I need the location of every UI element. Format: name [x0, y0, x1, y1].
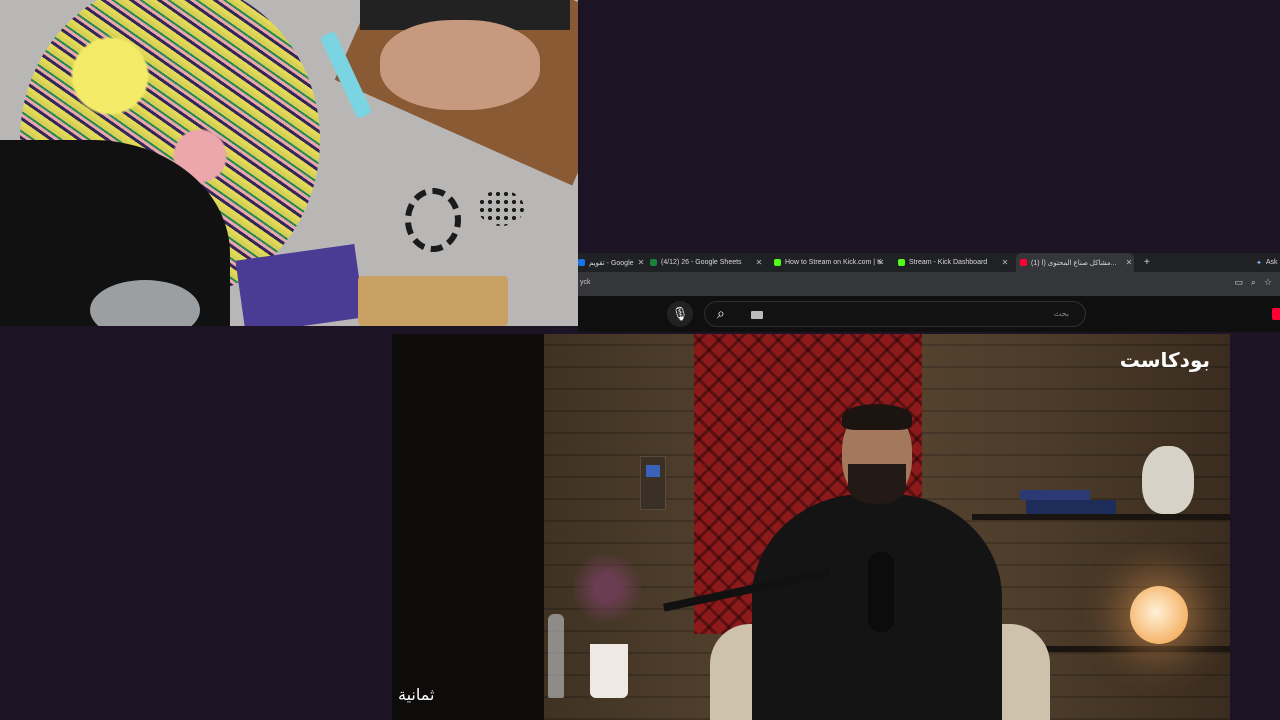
video-player[interactable]: بودكاست ثمانية [392, 334, 1230, 720]
sheets-icon [650, 259, 657, 266]
speaker-hair [842, 404, 912, 430]
youtube-header: 🎙 ⌕ بحث [578, 296, 1280, 332]
globe-lamp [1130, 586, 1188, 644]
close-icon[interactable]: ✕ [636, 253, 646, 272]
tab-kick-guide[interactable]: How to Stream on Kick.com | K ✕ [774, 253, 886, 272]
hands [380, 20, 540, 110]
sparkle-icon: ✦ [1256, 259, 1262, 267]
tab-title: (4/12) 26 - Google Sheets [661, 259, 742, 266]
video-left-shadow [392, 334, 544, 720]
new-tab-button[interactable]: + [1144, 253, 1154, 272]
close-icon[interactable]: ✕ [754, 253, 764, 272]
cast-icon[interactable]: ▭ [1234, 277, 1243, 288]
water-bottle [548, 614, 564, 698]
calendar-icon [578, 259, 585, 266]
microphone-icon[interactable]: 🎙 [667, 301, 693, 327]
browser-tab-strip: تقويم - Google ✕ (4/12) 26 - Google Shee… [578, 253, 1280, 272]
cookie-box [358, 276, 508, 326]
url-text: yck [580, 279, 591, 286]
ask-button[interactable]: ✦ Ask [1256, 253, 1280, 272]
search-placeholder: بحث [1053, 309, 1069, 318]
youtube-logo-icon[interactable] [1272, 308, 1280, 320]
tab-calendar[interactable]: تقويم - Google ✕ [578, 253, 646, 272]
webcam-feed [0, 0, 578, 326]
tab-youtube-video[interactable]: (1) مشاكل صناع المحتوى (ا... ✕ [1016, 253, 1134, 272]
youtube-icon [1020, 259, 1027, 266]
book [1020, 490, 1090, 500]
kick-icon [898, 259, 905, 266]
channel-logo: ثمانية [398, 685, 435, 704]
tab-sheets[interactable]: (4/12) 26 - Google Sheets ✕ [650, 253, 764, 272]
tab-title: Stream - Kick Dashboard [909, 259, 988, 266]
close-icon[interactable]: ✕ [1000, 253, 1010, 272]
shelf [972, 514, 1230, 520]
zoom-icon[interactable]: ⌕ [1251, 277, 1256, 288]
play-button-plaque [640, 456, 666, 510]
close-icon[interactable]: ✕ [1124, 253, 1134, 272]
dried-plant [562, 548, 652, 628]
tab-title: How to Stream on Kick.com | K [785, 259, 882, 266]
bookmark-star-icon[interactable]: ☆ [1264, 277, 1272, 288]
bead-cluster [478, 190, 524, 226]
microphone [868, 552, 894, 632]
address-bar[interactable]: yck ▭ ⌕ ☆ [578, 272, 1280, 296]
bead-ring [405, 188, 461, 252]
search-icon[interactable]: ⌕ [717, 305, 725, 322]
vase [1142, 446, 1194, 514]
book [1026, 500, 1116, 514]
search-input[interactable]: ⌕ بحث [704, 301, 1086, 327]
ask-label: Ask [1265, 259, 1278, 266]
tab-kick-dashboard[interactable]: Stream - Kick Dashboard ✕ [898, 253, 1010, 272]
keyboard-icon[interactable] [751, 311, 763, 319]
tab-title: تقويم - Google [589, 259, 634, 267]
tab-title: (1) مشاكل صناع المحتوى (ا... [1031, 259, 1117, 267]
podcast-logo: بودكاست [1119, 348, 1210, 372]
coffee-cup [590, 644, 628, 698]
speaker-beard [848, 464, 906, 504]
close-icon[interactable]: ✕ [876, 253, 886, 272]
kick-icon [774, 259, 781, 266]
